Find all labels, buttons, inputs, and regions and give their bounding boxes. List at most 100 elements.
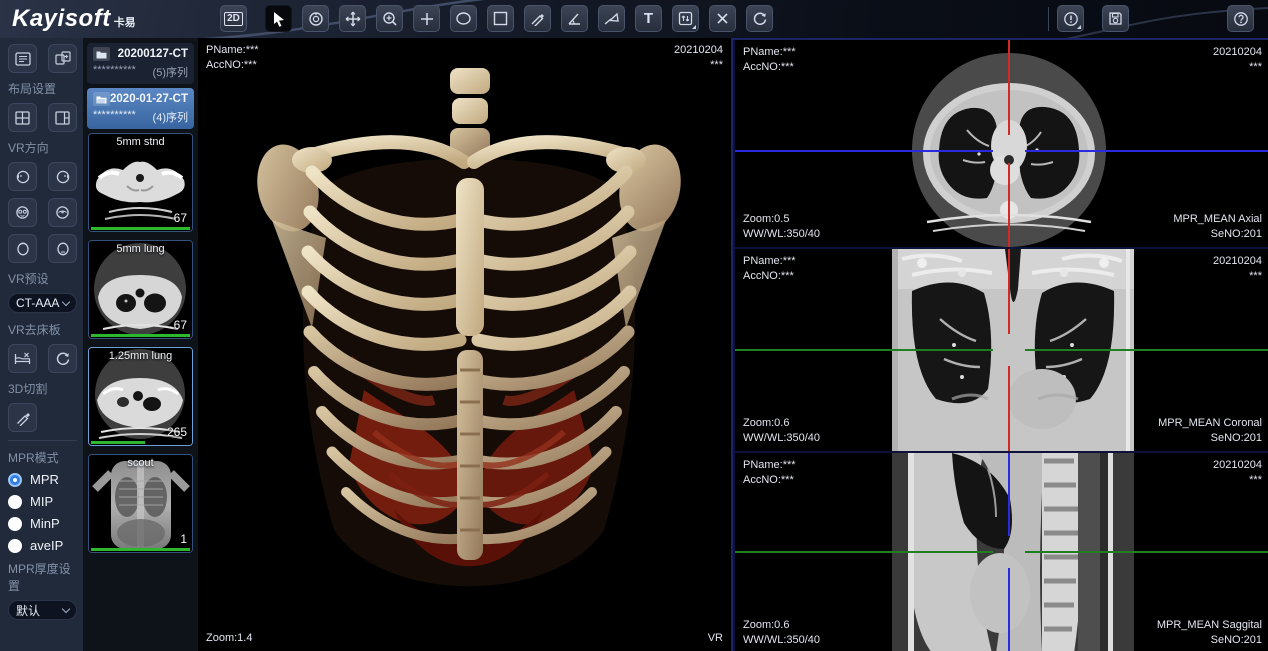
vr-head-anterior-button[interactable] <box>8 198 37 227</box>
section-label-3d-cut: 3D切割 <box>8 380 77 397</box>
thumbnail-progress-bar <box>91 227 190 230</box>
section-label-mpr-thickness: MPR厚度设置 <box>8 560 77 594</box>
remove-bed-button[interactable] <box>8 344 37 373</box>
crosshair-horizontal-blue[interactable] <box>1025 150 1268 152</box>
radio-label: MIP <box>30 494 53 509</box>
logo-text: Kayisoft <box>12 5 111 33</box>
mpr-thickness-value: 默认 <box>16 602 40 619</box>
series-thumbnail-4[interactable]: scout 1 <box>88 454 193 553</box>
head-right-icon <box>55 169 71 185</box>
mpr-thickness-dropdown[interactable]: 默认 <box>8 600 77 620</box>
app-logo: Kayisoft 卡易 <box>12 5 136 33</box>
delete-annotation-button[interactable] <box>709 5 736 32</box>
crosshair-vertical-red[interactable] <box>1008 366 1010 451</box>
thumbnail-label: 1.25mm lung <box>89 350 192 362</box>
study-date: 20210204 <box>1213 458 1262 473</box>
ellipse-tool-button[interactable] <box>450 5 477 32</box>
mpr-mode-radio-minp[interactable]: MinP <box>8 516 77 531</box>
angle-tool-button[interactable] <box>561 5 588 32</box>
arrow-annotation-icon <box>603 11 620 26</box>
series-panel: 20200127-CT ********** (5)序列 2020-01-27-… <box>83 38 198 651</box>
cut-3d-button[interactable] <box>8 403 37 432</box>
mode-2d-icon: 2D <box>224 12 243 26</box>
vr-head-inferior-button[interactable] <box>48 234 77 263</box>
mpr-axial-viewport[interactable]: PName:***AccNO:*** 20210204*** Zoom:0.5W… <box>735 40 1268 247</box>
close-x-icon <box>716 12 729 25</box>
study-series-count: (5)序列 <box>153 64 188 80</box>
vr-reset-button[interactable] <box>48 344 77 373</box>
crosshair-horizontal-green[interactable] <box>1025 349 1268 351</box>
thumbnail-progress-bar <box>91 441 145 444</box>
section-label-mpr-mode: MPR模式 <box>8 449 77 466</box>
layout-swap-button[interactable] <box>48 44 77 73</box>
vr-preset-dropdown[interactable]: CT-AAA <box>8 293 77 313</box>
thumbnail-image-count: 1 <box>180 532 187 546</box>
crosshair-vertical-blue[interactable] <box>1008 568 1010 651</box>
crosshair-horizontal-blue[interactable] <box>735 150 993 152</box>
mpr-sagittal-viewport[interactable]: PName:***AccNO:*** 20210204*** Zoom:0.6W… <box>735 453 1268 651</box>
study-patient-masked: ********** <box>93 109 136 125</box>
section-label-vr-preset: VR预设 <box>8 270 77 287</box>
crosshair-tool-button[interactable] <box>413 5 440 32</box>
grid-2x2-layout-button[interactable] <box>8 103 37 132</box>
vr-head-right-button[interactable] <box>48 162 77 191</box>
radio-selected-icon <box>8 473 22 487</box>
text-tool-button[interactable]: T <box>635 5 662 32</box>
crosshair-vertical-red[interactable] <box>1008 163 1010 247</box>
mpr-mode-radio-mip[interactable]: MIP <box>8 494 77 509</box>
masked-value: *** <box>1213 60 1262 75</box>
help-icon <box>1233 11 1249 27</box>
crosshair-horizontal-green[interactable] <box>735 349 993 351</box>
scout-thumbnail-image <box>89 455 192 552</box>
knife-icon <box>15 410 31 426</box>
info-button[interactable] <box>1057 5 1084 32</box>
vr-viewport[interactable]: PName:*** AccNO:*** 20210204 *** Zoom:1.… <box>198 38 731 651</box>
vr-head-left-button[interactable] <box>8 162 37 191</box>
help-button[interactable] <box>1227 5 1254 32</box>
cursor-tool-button[interactable] <box>265 5 292 32</box>
ellipse-icon <box>455 11 472 26</box>
split-1-2-layout-button[interactable] <box>48 103 77 132</box>
vr-overlay-topleft: PName:*** AccNO:*** <box>206 43 259 73</box>
crosshair-horizontal-green[interactable] <box>735 551 993 553</box>
rectangle-tool-button[interactable] <box>487 5 514 32</box>
save-button[interactable] <box>1102 5 1129 32</box>
crosshair-vertical-red[interactable] <box>1008 40 1010 135</box>
reset-rotate-icon <box>55 351 71 367</box>
mpr-coronal-viewport[interactable]: PName:***AccNO:*** 20210204*** Zoom:0.6W… <box>735 249 1268 451</box>
vr-head-posterior-button[interactable] <box>48 198 77 227</box>
radio-label: aveIP <box>30 538 63 553</box>
pan-tool-button[interactable] <box>339 5 366 32</box>
annotate-arrow-button[interactable] <box>598 5 625 32</box>
crosshair-vertical-blue[interactable] <box>1008 453 1010 536</box>
mode-2d-button[interactable]: 2D <box>220 5 247 32</box>
series-thumbnail-1[interactable]: 5mm stnd 67 <box>88 133 193 232</box>
series-thumbnail-3-selected[interactable]: 1.25mm lung 265 <box>88 347 193 446</box>
mpr-mode-radio-mpr[interactable]: MPR <box>8 472 77 487</box>
ct-viewer-app: Kayisoft 卡易 2D <box>0 0 1268 651</box>
section-label-vr-direction: VR方向 <box>8 139 77 156</box>
sort-cine-button[interactable] <box>672 5 699 32</box>
crosshair-vertical-red[interactable] <box>1008 249 1010 334</box>
thumbnail-progress-bar <box>91 334 190 337</box>
series-thumbnail-2[interactable]: 5mm lung 67 <box>88 240 193 339</box>
radio-icon <box>8 539 22 553</box>
section-label-vr-bed: VR去床板 <box>8 321 77 338</box>
mpr-mode-radio-aveip[interactable]: aveIP <box>8 538 77 553</box>
thumbnail-image-count: 67 <box>174 211 187 225</box>
vr-head-superior-button[interactable] <box>8 234 37 263</box>
window-level-button[interactable] <box>302 5 329 32</box>
measure-line-button[interactable] <box>524 5 551 32</box>
thumbnail-image-count: 67 <box>174 318 187 332</box>
layout-panel-button[interactable] <box>8 44 37 73</box>
accession-number: AccNO:*** <box>743 473 796 488</box>
study-item-1[interactable]: 20200127-CT ********** (5)序列 <box>87 43 194 84</box>
sidebar-divider <box>8 440 77 441</box>
crosshair-horizontal-green[interactable] <box>1025 551 1268 553</box>
reset-view-button[interactable] <box>746 5 773 32</box>
head-front-icon <box>14 205 31 220</box>
series-number: SeNO:201 <box>1173 227 1262 242</box>
study-item-2-selected[interactable]: 2020-01-27-CT ********** (4)序列 <box>87 88 194 129</box>
thumbnail-progress-bar <box>91 548 190 551</box>
zoom-tool-button[interactable] <box>376 5 403 32</box>
